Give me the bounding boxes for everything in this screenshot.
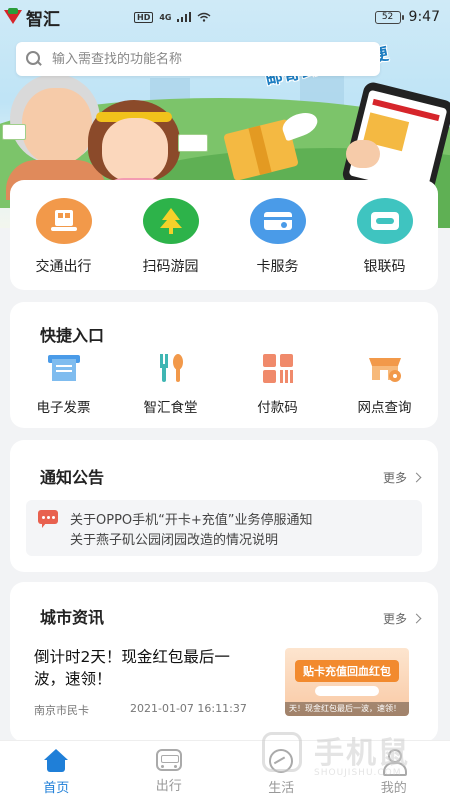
battery-icon: 52: [374, 10, 404, 24]
search-icon: [26, 51, 42, 67]
card-service-icon: [249, 198, 306, 244]
notice-card: 通知公告 更多 关于OPPO手机“开卡+充值”业务停服通知 关于燕子矶公园闭园改…: [10, 440, 438, 572]
chevron-right-icon: [411, 613, 422, 624]
hand-illustration: [346, 140, 380, 168]
wifi-icon: [198, 12, 211, 22]
payment-code-icon: [258, 350, 298, 386]
notice-item[interactable]: 关于OPPO手机“开卡+充值”业务停服通知: [70, 509, 313, 528]
quick-entry-card: 快捷入口 电子发票 智汇食堂 付款码 网点查询: [10, 302, 438, 428]
notice-item[interactable]: 关于燕子矶公园闭园改造的情况说明: [70, 529, 278, 548]
news-source: 南京市民卡: [34, 704, 89, 717]
service-transport[interactable]: 交通出行: [10, 180, 117, 290]
clock: 9:47: [408, 9, 440, 25]
service-label: 银联码: [363, 259, 406, 275]
signal-icon: [177, 12, 192, 22]
thumb-title: 贴卡充值回血红包: [303, 665, 391, 678]
quick-outlet-search[interactable]: 网点查询: [331, 350, 438, 416]
service-card[interactable]: 卡服务: [224, 180, 331, 290]
park-tree-icon: [142, 198, 199, 244]
more-label: 更多: [382, 471, 407, 485]
more-label: 更多: [382, 612, 407, 626]
tab-life[interactable]: 生活: [225, 741, 338, 800]
quick-label: 智汇食堂: [143, 400, 198, 416]
news-more-link[interactable]: 更多: [382, 610, 422, 627]
bus-icon: [155, 749, 182, 771]
notice-more-link[interactable]: 更多: [382, 469, 422, 486]
canteen-utensils-icon: [151, 350, 191, 386]
service-label: 交通出行: [35, 259, 92, 275]
thumb-caption: 天！现金红包最后一波，速领！: [285, 702, 409, 716]
notice-list: 关于OPPO手机“开卡+充值”业务停服通知 关于燕子矶公园闭园改造的情况说明: [26, 500, 422, 556]
news-thumbnail[interactable]: 贴卡充值回血红包 天！现金红包最后一波，速领！: [285, 648, 409, 716]
service-unionpay[interactable]: 银联码: [331, 180, 438, 290]
section-title: 快捷入口: [40, 326, 105, 345]
news-headline[interactable]: 倒计时2天！现金红包最后一波，速领！: [34, 646, 254, 690]
quick-label: 网点查询: [357, 400, 412, 416]
search-input[interactable]: [52, 51, 352, 67]
network-type: 4G: [159, 12, 172, 22]
quick-label: 电子发票: [36, 400, 91, 416]
tab-label: 生活: [268, 781, 295, 796]
services-card: 交通出行 扫码游园 卡服务 银联码: [10, 180, 438, 290]
bottom-tab-bar: 首页 出行 生活 我的: [0, 740, 450, 800]
city-news-card: 城市资讯 更多 倒计时2天！现金红包最后一波，速领！ 南京市民卡 2021-01…: [10, 582, 438, 742]
message-bubble-icon: [38, 510, 58, 528]
tab-label: 出行: [155, 779, 182, 794]
section-title: 城市资讯: [40, 608, 105, 627]
news-timestamp: 2021-01-07 16:11:37: [130, 702, 247, 715]
app-logo-icon: [4, 8, 22, 26]
bus-card-icon: [35, 198, 92, 244]
life-icon: [269, 749, 294, 773]
e-invoice-icon: [44, 350, 84, 386]
hd-badge: HD: [134, 11, 154, 23]
app-logo: 智汇: [4, 5, 60, 30]
tab-home[interactable]: 首页: [0, 741, 113, 800]
service-label: 卡服务: [256, 259, 299, 275]
tab-travel[interactable]: 出行: [113, 741, 226, 800]
status-bar: 智汇 HD 4G 52 9:47: [0, 0, 450, 34]
app-name: 智汇: [26, 9, 60, 30]
tab-label: 首页: [43, 781, 70, 796]
card-illustration: [178, 134, 208, 152]
home-icon: [42, 749, 70, 773]
chevron-right-icon: [411, 472, 422, 483]
quick-e-invoice[interactable]: 电子发票: [10, 350, 117, 416]
search-bar[interactable]: [16, 42, 380, 76]
service-park-scan[interactable]: 扫码游园: [117, 180, 224, 290]
user-icon: [380, 749, 408, 776]
system-indicators: HD 4G: [134, 11, 211, 23]
quick-canteen[interactable]: 智汇食堂: [117, 350, 224, 416]
tab-label: 我的: [380, 781, 407, 796]
quick-label: 付款码: [257, 400, 298, 416]
battery-level: 52: [381, 12, 394, 22]
thumb-pill: [315, 686, 379, 696]
quick-payment-code[interactable]: 付款码: [224, 350, 331, 416]
service-label: 扫码游园: [142, 259, 199, 275]
tab-me[interactable]: 我的: [338, 741, 450, 800]
section-title: 通知公告: [40, 468, 105, 487]
thumb-banner: 贴卡充值回血红包: [295, 660, 399, 682]
unionpay-code-icon: [356, 198, 413, 244]
card-illustration: [2, 124, 26, 140]
outlet-store-icon: [365, 350, 405, 386]
